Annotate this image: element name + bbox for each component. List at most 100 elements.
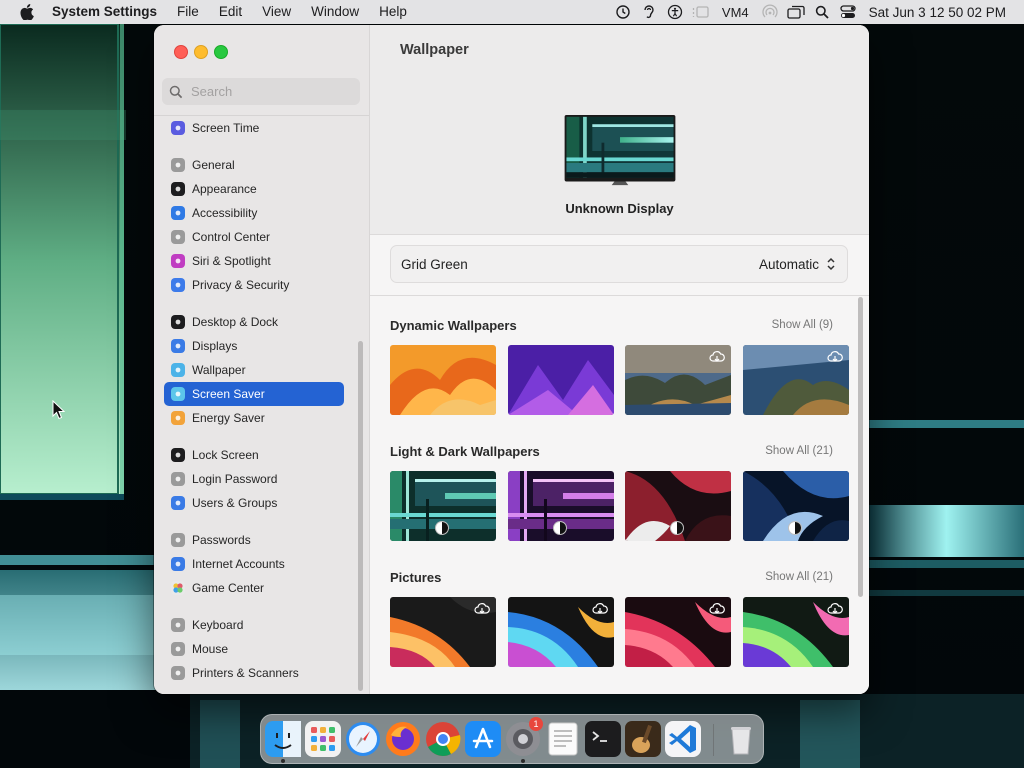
- show-all-button[interactable]: Show All (9): [740, 319, 833, 331]
- show-all-button[interactable]: Show All (21): [740, 571, 833, 583]
- sidebar-item-label: Mouse: [192, 642, 229, 656]
- sidebar-item-mouse[interactable]: Mouse: [164, 637, 344, 661]
- sidebar-item-users-and-groups[interactable]: Users & Groups: [164, 491, 344, 515]
- wallpaper-thumbnail-ventura-orange[interactable]: [390, 345, 496, 415]
- close-window-button[interactable]: [174, 45, 188, 59]
- menubar-clock[interactable]: Sat Jun 3 12 50 02 PM: [861, 5, 1024, 20]
- wallpaper-thumbnail-flow-pink[interactable]: [625, 597, 731, 667]
- sidebar-item-label: Desktop & Dock: [192, 315, 279, 329]
- cloud-download-icon: [709, 350, 725, 364]
- sidebar-item-privacy-and-security[interactable]: Privacy & Security: [164, 273, 344, 297]
- sidebar-item-siri-and-spotlight[interactable]: Siri & Spotlight: [164, 249, 344, 273]
- appearance-popup-button[interactable]: Automatic: [759, 256, 837, 272]
- mouse-icon: [171, 642, 185, 656]
- dock-textedit-icon[interactable]: [545, 721, 581, 757]
- wallpaper-thumbnail-grid-green[interactable]: [390, 471, 496, 541]
- running-indicator: [281, 759, 285, 763]
- wallpaper-thumbnail-catalina-coast[interactable]: [625, 345, 731, 415]
- display-preview[interactable]: [560, 115, 680, 187]
- dock-trash-icon[interactable]: [723, 721, 759, 757]
- help-menu[interactable]: Help: [369, 0, 417, 24]
- light-dark-mode-icon: [553, 521, 567, 535]
- sidebar-item-game-center[interactable]: Game Center: [164, 576, 344, 600]
- dock-guitar-icon[interactable]: [625, 721, 661, 757]
- sidebar-item-printers-and-scanners[interactable]: Printers & Scanners: [164, 661, 344, 685]
- screen-saver-icon: [171, 387, 185, 401]
- cloud-download-icon: [474, 602, 490, 616]
- dock-terminal-icon[interactable]: [585, 721, 621, 757]
- search-icon: [169, 85, 183, 98]
- sidebar-item-desktop-and-dock[interactable]: Desktop & Dock: [164, 310, 344, 334]
- accessibility-status-icon[interactable]: [662, 0, 688, 24]
- siri-icon: [171, 254, 185, 268]
- menu-bar: System Settings File Edit View Window He…: [0, 0, 1024, 24]
- spotlight-search-icon[interactable]: [809, 0, 835, 24]
- app-menu[interactable]: System Settings: [38, 0, 167, 24]
- sidebar-item-displays[interactable]: Displays: [164, 334, 344, 358]
- stage-manager-icon[interactable]: [688, 0, 714, 24]
- apple-menu-icon[interactable]: [16, 0, 38, 24]
- wallpaper-thumbnail-waves-red[interactable]: [625, 471, 731, 541]
- zoom-window-button[interactable]: [214, 45, 228, 59]
- lock-icon: [171, 448, 185, 462]
- sidebar-scrollbar[interactable]: [358, 341, 363, 691]
- light-dark-mode-icon: [435, 521, 449, 535]
- sidebar-item-label: Screen Time: [192, 121, 260, 135]
- dock-firefox-icon[interactable]: [385, 721, 421, 757]
- window-menu[interactable]: Window: [301, 0, 369, 24]
- sidebar-item-control-center[interactable]: Control Center: [164, 225, 344, 249]
- wallpaper-thumbnail-grid-purple[interactable]: [508, 471, 614, 541]
- dock-safari-icon[interactable]: [345, 721, 381, 757]
- sidebar-item-passwords[interactable]: Passwords: [164, 528, 344, 552]
- dock-icon: [171, 315, 185, 329]
- sidebar-item-login-password[interactable]: Login Password: [164, 467, 344, 491]
- dock-visual-studio-code-icon[interactable]: [665, 721, 701, 757]
- sidebar-item-general[interactable]: General: [164, 153, 344, 177]
- sidebar-item-label: Game Center: [192, 581, 265, 595]
- wallpaper-thumbnail-flow-orange[interactable]: [390, 597, 496, 667]
- view-menu[interactable]: View: [252, 0, 301, 24]
- sidebar-item-label: Control Center: [192, 230, 271, 244]
- sidebar-item-internet-accounts[interactable]: Internet Accounts: [164, 552, 344, 576]
- wallpaper-thumbnail-monterey-purple[interactable]: [508, 345, 614, 415]
- cloud-download-icon: [827, 602, 843, 616]
- sidebar-item-wallpaper[interactable]: Wallpaper: [164, 358, 344, 382]
- sidebar-item-label: Users & Groups: [192, 496, 278, 510]
- dock-app-store-icon[interactable]: [465, 721, 501, 757]
- search-field[interactable]: [162, 78, 360, 105]
- control-center-status-icon[interactable]: [835, 0, 861, 24]
- minimize-window-button[interactable]: [194, 45, 208, 59]
- dock-chrome-icon[interactable]: [425, 721, 461, 757]
- wallpaper-thumbnail-waves-blue[interactable]: [743, 471, 849, 541]
- sidebar-item-accessibility[interactable]: Accessibility: [164, 201, 344, 225]
- dock-finder-icon[interactable]: [265, 721, 301, 757]
- sidebar-item-label: Login Password: [192, 472, 278, 486]
- dock-launchpad-icon[interactable]: [305, 721, 341, 757]
- wallpaper-gallery: Dynamic Wallpapers Show All (9) Light & Da…: [370, 295, 869, 694]
- airdrop-icon[interactable]: [757, 0, 783, 24]
- search-input[interactable]: [189, 83, 353, 100]
- sidebar-item-appearance[interactable]: Appearance: [164, 177, 344, 201]
- wallpaper-thumbnail-catalina-island[interactable]: [743, 345, 849, 415]
- vm-status-text[interactable]: VM4: [714, 5, 757, 20]
- mirroring-icon[interactable]: [783, 0, 809, 24]
- wallpaper-thumbnail-flow-blue[interactable]: [508, 597, 614, 667]
- show-all-button[interactable]: Show All (21): [740, 445, 833, 457]
- sidebar-item-lock-screen[interactable]: Lock Screen: [164, 443, 344, 467]
- file-menu[interactable]: File: [167, 0, 209, 24]
- hearing-icon[interactable]: [636, 0, 662, 24]
- sidebar-item-keyboard[interactable]: Keyboard: [164, 613, 344, 637]
- sidebar-item-label: Wallpaper: [192, 363, 246, 377]
- sidebar-item-energy-saver[interactable]: Energy Saver: [164, 406, 344, 430]
- wallpaper-thumbnail-flow-green[interactable]: [743, 597, 849, 667]
- sidebar-item-label: Energy Saver: [192, 411, 265, 425]
- wallpaper-pane: Wallpaper Unknown Display Grid Green Aut…: [370, 25, 869, 694]
- sidebar-item-screen-time[interactable]: Screen Time: [164, 116, 344, 140]
- edit-menu[interactable]: Edit: [209, 0, 252, 24]
- time-machine-icon[interactable]: [610, 0, 636, 24]
- sidebar-item-label: Screen Saver: [192, 387, 265, 401]
- gallery-scrollbar[interactable]: [858, 297, 863, 597]
- sidebar-item-screen-saver[interactable]: Screen Saver: [164, 382, 344, 406]
- at-icon: [171, 557, 185, 571]
- section-title: Light & Dark Wallpapers: [390, 444, 540, 459]
